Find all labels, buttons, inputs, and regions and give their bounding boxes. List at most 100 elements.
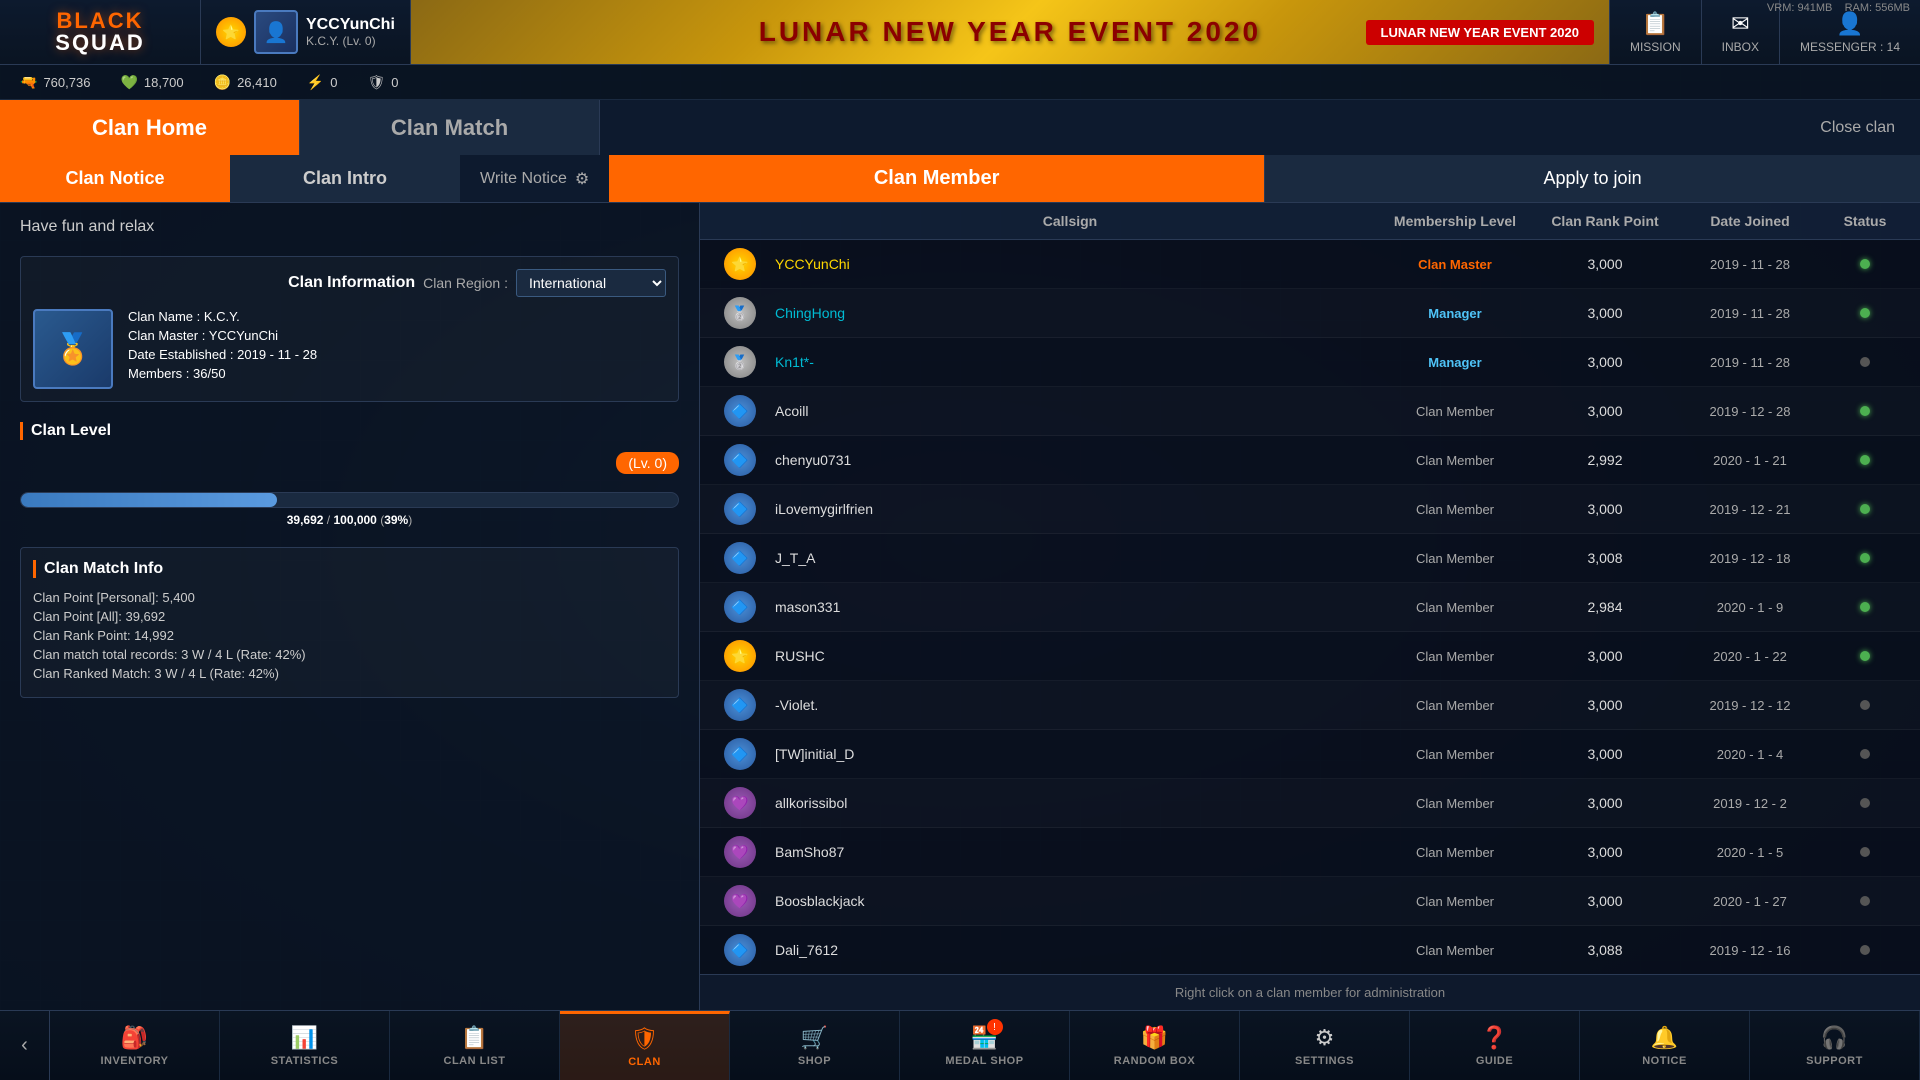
clan-info-title: Clan Information [288,274,415,292]
bullets-icon: 🔫 [20,74,37,91]
header-membership: Membership Level [1375,213,1535,229]
tab-clan-match[interactable]: Clan Match [300,100,600,155]
nav-item-medal-shop[interactable]: ! 🏪 MEDAL SHOP [900,1011,1070,1080]
member-role: Clan Master [1375,257,1535,272]
nav-label-settings: SETTINGS [1295,1055,1354,1067]
member-icon-cell: 🔷 [715,689,765,721]
subtab-clan-intro[interactable]: Clan Intro [230,155,460,202]
member-status [1825,700,1905,710]
status-dot [1860,406,1870,416]
member-points: 3,000 [1535,648,1675,664]
member-status [1825,406,1905,416]
nav-item-support[interactable]: 🎧 SUPPORT [1750,1011,1920,1080]
nav-item-clan-list[interactable]: 📋 CLAN LIST [390,1011,560,1080]
member-icon-cell: 🔷 [715,591,765,623]
table-row[interactable]: 🔷 Acoill Clan Member 3,000 2019 - 12 - 2… [700,387,1920,436]
member-list: ⭐ YCCYunChi Clan Master 3,000 2019 - 11 … [700,240,1920,974]
table-row[interactable]: 🥈 ChingHong Manager 3,000 2019 - 11 - 28 [700,289,1920,338]
bars-currency: ⚡ 0 [307,74,338,91]
inbox-icon: ✉ [1731,11,1749,37]
table-row[interactable]: 🔷 -Violet. Clan Member 3,000 2019 - 12 -… [700,681,1920,730]
status-dot [1860,896,1870,906]
member-icon-cell: 🔷 [715,395,765,427]
member-name: BamSho87 [765,844,1375,860]
table-row[interactable]: 💜 allkorissibol Clan Member 3,000 2019 -… [700,779,1920,828]
bullets-currency: 🔫 760,736 [20,74,90,91]
table-row[interactable]: 🔷 Dali_7612 Clan Member 3,088 2019 - 12 … [700,926,1920,974]
status-dot [1860,357,1870,367]
member-role: Clan Member [1375,845,1535,860]
member-points: 3,000 [1535,501,1675,517]
player-info: YCCYunChi K.C.Y. (Lv. 0) [306,16,395,48]
table-row[interactable]: 💜 Boosblackjack Clan Member 3,000 2020 -… [700,877,1920,926]
messenger-icon: 👤 [1836,11,1863,37]
member-points: 3,000 [1535,795,1675,811]
event-banner[interactable]: LUNAR NEW YEAR EVENT 2020 LUNAR NEW YEAR… [411,0,1609,64]
mission-button[interactable]: 📋 MISSION [1609,0,1701,64]
header-callsign: Callsign [765,213,1375,229]
right-panel: Callsign Membership Level Clan Rank Poin… [700,203,1920,1010]
match-personal-points: Clan Point [Personal]: 5,400 [33,590,666,605]
bars-value: 0 [330,75,337,90]
nav-item-shop[interactable]: 🛒 SHOP [730,1011,900,1080]
level-progress-text: 39,692 / 100,000 (39%) [20,513,679,527]
nav-icon-settings: ⚙ [1315,1025,1335,1051]
member-rank-icon: 💜 [724,787,756,819]
table-row[interactable]: ⭐ RUSHC Clan Member 3,000 2020 - 1 - 22 [700,632,1920,681]
member-status [1825,357,1905,367]
nav-item-random-box[interactable]: 🎁 RANDOM BOX [1070,1011,1240,1080]
nav-label-clan-list: CLAN LIST [444,1055,506,1067]
banner-button[interactable]: LUNAR NEW YEAR EVENT 2020 [1366,20,1594,45]
content-area: Have fun and relax Clan Information Clan… [0,203,1920,1010]
table-row[interactable]: 🔷 J_T_A Clan Member 3,008 2019 - 12 - 18 [700,534,1920,583]
member-points: 3,088 [1535,942,1675,958]
header-rank-points: Clan Rank Point [1535,213,1675,229]
tab-clan-member[interactable]: Clan Member [609,155,1264,202]
member-name: [TW]initial_D [765,746,1375,762]
nav-items-container: 🎒 INVENTORY 📊 STATISTICS 📋 CLAN LIST 🛡 C… [50,1011,1920,1080]
status-dot [1860,504,1870,514]
shield-currency: 🛡 0 [368,74,399,91]
nav-item-notice[interactable]: 🔔 NOTICE [1580,1011,1750,1080]
level-row: (Lv. 0) [20,452,679,484]
member-role: Clan Member [1375,796,1535,811]
table-row[interactable]: 🔷 iLovemygirlfrien Clan Member 3,000 201… [700,485,1920,534]
table-row[interactable]: ⭐ YCCYunChi Clan Master 3,000 2019 - 11 … [700,240,1920,289]
nav-arrow-left[interactable]: ‹ [0,1011,50,1080]
subtab-clan-notice[interactable]: Clan Notice [0,155,230,202]
system-info: VRM: 941MB RAM: 556MB [1767,2,1910,14]
region-select[interactable]: International [516,269,666,297]
member-icon-cell: 💜 [715,885,765,917]
nav-item-guide[interactable]: ❓ GUIDE [1410,1011,1580,1080]
nav-item-inventory[interactable]: 🎒 INVENTORY [50,1011,220,1080]
nav-label-support: SUPPORT [1806,1055,1863,1067]
nav-item-statistics[interactable]: 📊 STATISTICS [220,1011,390,1080]
tab-clan-home[interactable]: Clan Home [0,100,300,155]
member-rank-icon: 🔷 [724,493,756,525]
nav-icon-clan: 🛡 [631,1026,659,1052]
subtab-write-notice[interactable]: Write Notice ⚙ [460,155,609,202]
close-clan-button[interactable]: Close clan [1795,100,1920,155]
member-role: Clan Member [1375,502,1535,517]
table-row[interactable]: 🔷 mason331 Clan Member 2,984 2020 - 1 - … [700,583,1920,632]
gold-icon: 🪙 [214,74,231,91]
table-row[interactable]: 🔷 chenyu0731 Clan Member 2,992 2020 - 1 … [700,436,1920,485]
clan-master-line: Clan Master : YCCYunChi [128,328,317,343]
member-points: 2,984 [1535,599,1675,615]
table-row[interactable]: 🔷 [TW]initial_D Clan Member 3,000 2020 -… [700,730,1920,779]
table-row[interactable]: 💜 BamSho87 Clan Member 3,000 2020 - 1 - … [700,828,1920,877]
max-xp: 100,000 [333,513,376,527]
member-status [1825,504,1905,514]
nav-item-settings[interactable]: ⚙ SETTINGS [1240,1011,1410,1080]
match-info-title: Clan Match Info [33,560,666,578]
level-bar-fill [21,493,277,507]
nav-item-clan[interactable]: 🛡 CLAN [560,1011,730,1080]
nav-label-random-box: RANDOM BOX [1114,1055,1195,1067]
nav-label-guide: GUIDE [1476,1055,1513,1067]
member-date: 2020 - 1 - 5 [1675,845,1825,860]
green-value: 18,700 [144,75,184,90]
apply-to-join-button[interactable]: Apply to join [1264,155,1920,202]
nav-icon-shop: 🛒 [801,1025,828,1051]
player-area[interactable]: ⭐ 👤 YCCYunChi K.C.Y. (Lv. 0) [200,0,411,64]
table-row[interactable]: 🥈 Kn1t*- Manager 3,000 2019 - 11 - 28 [700,338,1920,387]
